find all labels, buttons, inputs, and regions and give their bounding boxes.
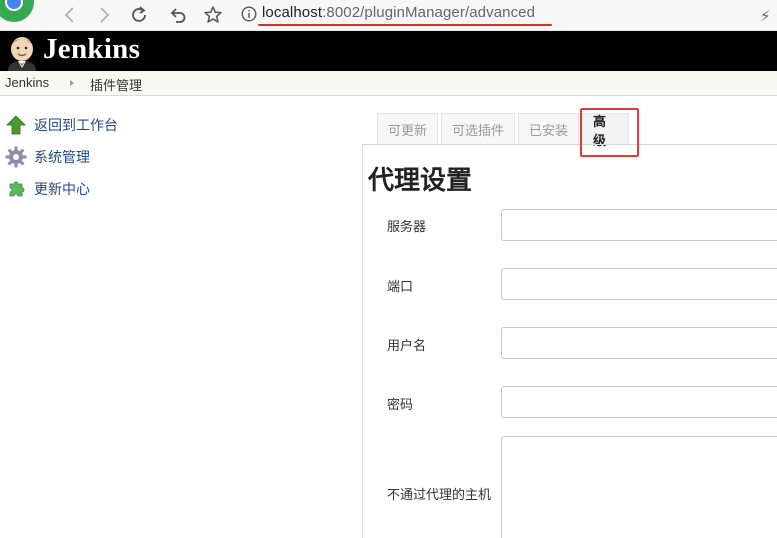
tab-available[interactable]: 可选插件 [441, 113, 515, 145]
breadcrumb-jenkins[interactable]: Jenkins [5, 75, 49, 90]
app-title[interactable]: Jenkins [43, 33, 140, 66]
server-field[interactable] [501, 209, 777, 241]
address-bar-url[interactable]: localhost:8002/pluginManager/advanced [262, 4, 535, 21]
no-proxy-hosts-field[interactable] [501, 436, 777, 538]
undo-icon[interactable] [166, 3, 190, 27]
sidebar-item-back-to-dashboard[interactable]: 返回到工作台 [5, 114, 118, 136]
main-panel-border [362, 145, 363, 538]
star-icon[interactable] [201, 3, 225, 27]
sidebar-item-label: 系统管理 [34, 149, 90, 165]
tabs-divider [362, 144, 777, 145]
sidebar-item-label: 更新中心 [34, 181, 90, 197]
sidebar-item-update-center[interactable]: 更新中心 [5, 178, 90, 200]
breadcrumb-plugin-manager[interactable]: 插件管理 [90, 75, 142, 94]
url-host: localhost [262, 4, 323, 21]
browser-toolbar: localhost:8002/pluginManager/advanced ⚡ [0, 0, 777, 31]
sidebar-item-manage-jenkins[interactable]: 系统管理 [5, 146, 90, 168]
breadcrumb: Jenkins 插件管理 [0, 71, 777, 96]
reload-icon[interactable] [127, 3, 151, 27]
puzzle-icon [5, 178, 27, 200]
server-label: 服务器 [387, 219, 427, 234]
up-arrow-icon [5, 114, 27, 136]
info-icon[interactable] [241, 6, 257, 22]
back-icon[interactable] [58, 3, 82, 27]
page-title: 代理设置 [368, 165, 473, 195]
port-label: 端口 [387, 279, 414, 294]
gear-icon [5, 146, 27, 168]
tab-installed[interactable]: 已安装 [518, 113, 579, 145]
jenkins-butler-icon[interactable] [4, 33, 40, 71]
password-field[interactable] [501, 386, 777, 418]
no-proxy-hosts-label: 不通过代理的主机 [387, 487, 492, 502]
tab-updates[interactable]: 可更新 [377, 113, 438, 145]
username-field[interactable] [501, 327, 777, 359]
url-path: :8002/pluginManager/advanced [322, 4, 536, 21]
username-label: 用户名 [387, 338, 427, 353]
browser-logo-icon [0, 0, 34, 22]
breadcrumb-separator-icon [70, 80, 74, 86]
forward-icon[interactable] [92, 3, 116, 27]
password-label: 密码 [387, 397, 414, 412]
url-annotation-underline [258, 24, 552, 26]
port-field[interactable] [501, 268, 777, 300]
jenkins-header: Jenkins [0, 31, 777, 71]
tab-annotation-box [580, 108, 639, 157]
sidebar-item-label: 返回到工作台 [34, 117, 118, 133]
extension-icon[interactable]: ⚡ [760, 7, 771, 25]
